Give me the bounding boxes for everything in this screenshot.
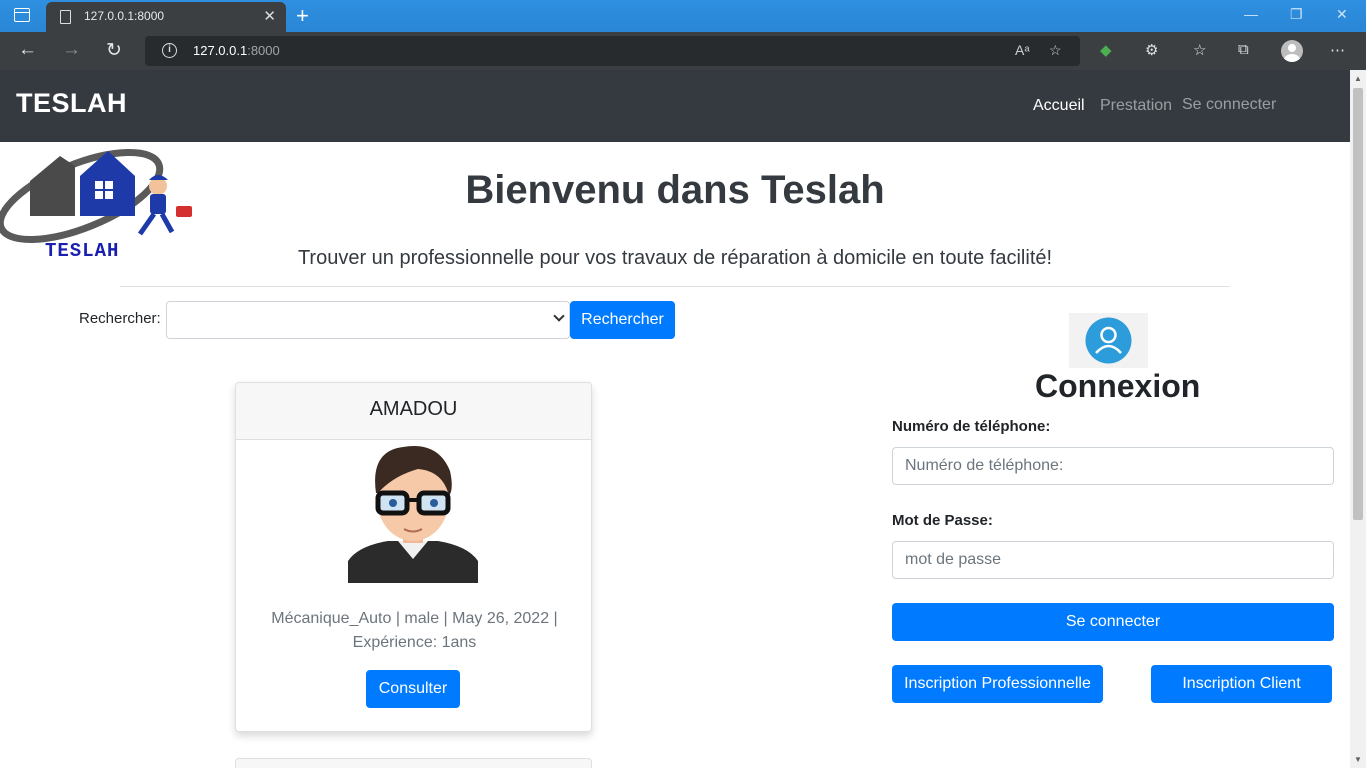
new-tab-icon[interactable]: + — [296, 3, 309, 29]
minimize-icon[interactable]: — — [1244, 6, 1258, 22]
search-label: Rechercher: — [79, 310, 161, 327]
card-header-name: AMADOU — [236, 383, 591, 440]
scroll-up-icon[interactable]: ▲ — [1354, 74, 1362, 83]
site-info-icon[interactable]: i — [162, 43, 177, 58]
card-experience: Expérience: 1ans — [352, 634, 477, 651]
close-window-icon[interactable]: ✕ — [1336, 6, 1348, 23]
read-aloud-icon[interactable]: Aᵃ — [1015, 42, 1030, 58]
nav-accueil[interactable]: Accueil — [1033, 97, 1085, 115]
login-button[interactable]: Se connecter — [892, 603, 1334, 641]
password-input[interactable] — [892, 541, 1334, 579]
extension-color-icon[interactable]: ◆ — [1100, 41, 1112, 59]
url-text[interactable]: 127.0.0.1:8000 — [193, 43, 280, 58]
browser-toolbar: ← → ↻ i 127.0.0.1:8000 Aᵃ ☆ ◆ ⚙ ☆ ⧉ ⋯ — [0, 32, 1366, 70]
page-scrollbar[interactable]: ▲ ▼ — [1350, 70, 1366, 768]
register-pro-button[interactable]: Inscription Professionnelle — [892, 665, 1103, 703]
url-port: :8000 — [247, 43, 280, 58]
browser-tab[interactable]: 127.0.0.1:8000 ✕ — [46, 2, 286, 32]
user-icon — [1069, 313, 1148, 368]
browser-tab-bar: 127.0.0.1:8000 ✕ + — ❐ ✕ — [0, 0, 1366, 32]
restore-icon[interactable]: ❐ — [1290, 6, 1303, 23]
page-title: Bienvenu dans Teslah — [465, 168, 885, 212]
tab-actions-icon[interactable] — [14, 8, 30, 22]
refresh-icon[interactable]: ↻ — [106, 39, 122, 62]
collections-icon[interactable]: ⧉ — [1238, 41, 1249, 58]
favorite-add-icon[interactable]: ☆ — [1049, 42, 1062, 59]
tab-title: 127.0.0.1:8000 — [84, 9, 165, 23]
more-icon[interactable]: ⋯ — [1330, 41, 1345, 59]
close-tab-icon[interactable]: ✕ — [263, 7, 276, 25]
page-viewport: TESLAH Accueil Prestation Se connecter T… — [0, 70, 1350, 768]
password-label: Mot de Passe: — [892, 512, 993, 529]
consult-button[interactable]: Consulter — [366, 670, 460, 708]
search-button[interactable]: Rechercher — [570, 301, 675, 339]
scroll-down-icon[interactable]: ▼ — [1354, 755, 1362, 764]
phone-input[interactable] — [892, 447, 1334, 485]
register-client-button[interactable]: Inscription Client — [1151, 665, 1332, 703]
professional-card-next — [235, 758, 592, 768]
back-icon[interactable]: ← — [18, 39, 37, 61]
card-details: Mécanique_Auto | male | May 26, 2022 | E… — [256, 607, 573, 655]
nav-prestation[interactable]: Prestation — [1100, 97, 1172, 115]
divider — [120, 286, 1230, 287]
phone-label: Numéro de téléphone: — [892, 418, 1051, 435]
navbar-brand[interactable]: TESLAH — [16, 88, 127, 119]
search-select[interactable] — [166, 301, 570, 339]
nav-se-connecter[interactable]: Se connecter — [1182, 96, 1276, 114]
extensions-icon[interactable]: ⚙ — [1145, 41, 1158, 59]
login-title: Connexion — [1035, 368, 1201, 404]
card-details-line: Mécanique_Auto | male | May 26, 2022 | — [271, 610, 558, 627]
favorites-icon[interactable]: ☆ — [1193, 41, 1206, 59]
professional-avatar — [348, 446, 478, 583]
page-icon — [60, 10, 71, 24]
forward-icon[interactable]: → — [62, 39, 81, 61]
site-navbar: TESLAH Accueil Prestation Se connecter — [0, 70, 1350, 142]
profile-icon[interactable] — [1281, 40, 1303, 62]
chevron-down-icon — [553, 310, 565, 322]
scrollbar-thumb[interactable] — [1353, 88, 1363, 520]
professional-card: AMADOU Mécanique_Auto | male | May 26, 2… — [235, 382, 592, 732]
page-subtitle: Trouver un professionnelle pour vos trav… — [297, 247, 1053, 269]
url-host: 127.0.0.1 — [193, 43, 248, 58]
address-bar[interactable]: i 127.0.0.1:8000 Aᵃ ☆ — [145, 36, 1080, 66]
